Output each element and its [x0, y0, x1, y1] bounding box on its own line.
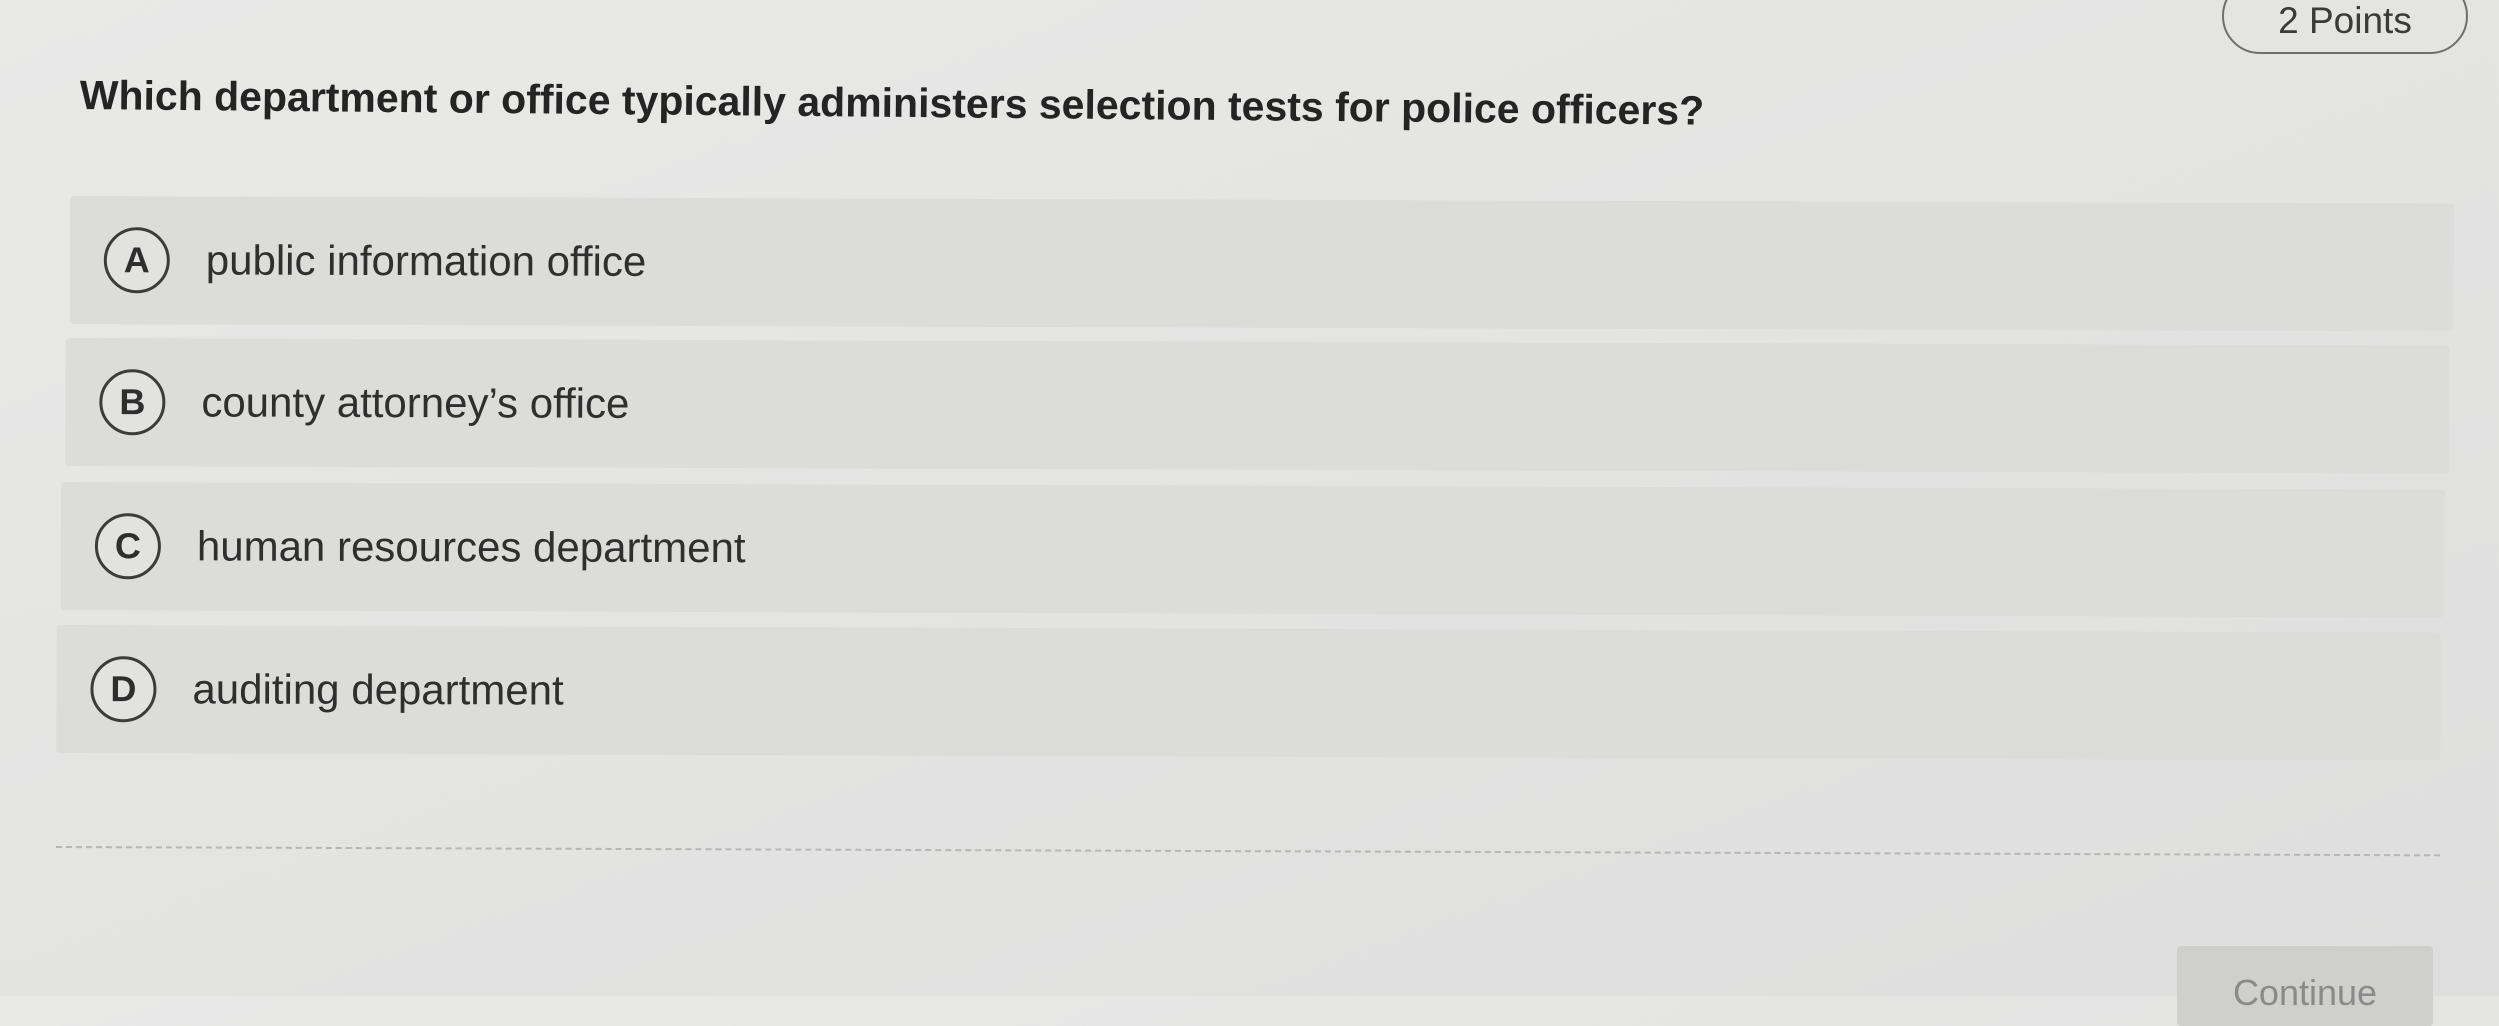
- option-c-letter: C: [94, 513, 162, 580]
- option-c-label: human resources department: [196, 522, 746, 572]
- option-d-letter: D: [90, 656, 157, 723]
- option-b[interactable]: B county attorney’s office: [65, 338, 2450, 474]
- option-c[interactable]: C human resources department: [60, 482, 2446, 618]
- option-b-label: county attorney’s office: [201, 378, 630, 427]
- option-d[interactable]: D auditing department: [56, 624, 2441, 761]
- option-a[interactable]: A public information office: [69, 196, 2455, 332]
- option-d-label: auditing department: [192, 665, 564, 714]
- option-a-letter: A: [103, 227, 170, 294]
- option-a-label: public information office: [205, 236, 647, 285]
- continue-button[interactable]: Continue: [2177, 946, 2433, 1026]
- option-b-letter: B: [99, 369, 166, 436]
